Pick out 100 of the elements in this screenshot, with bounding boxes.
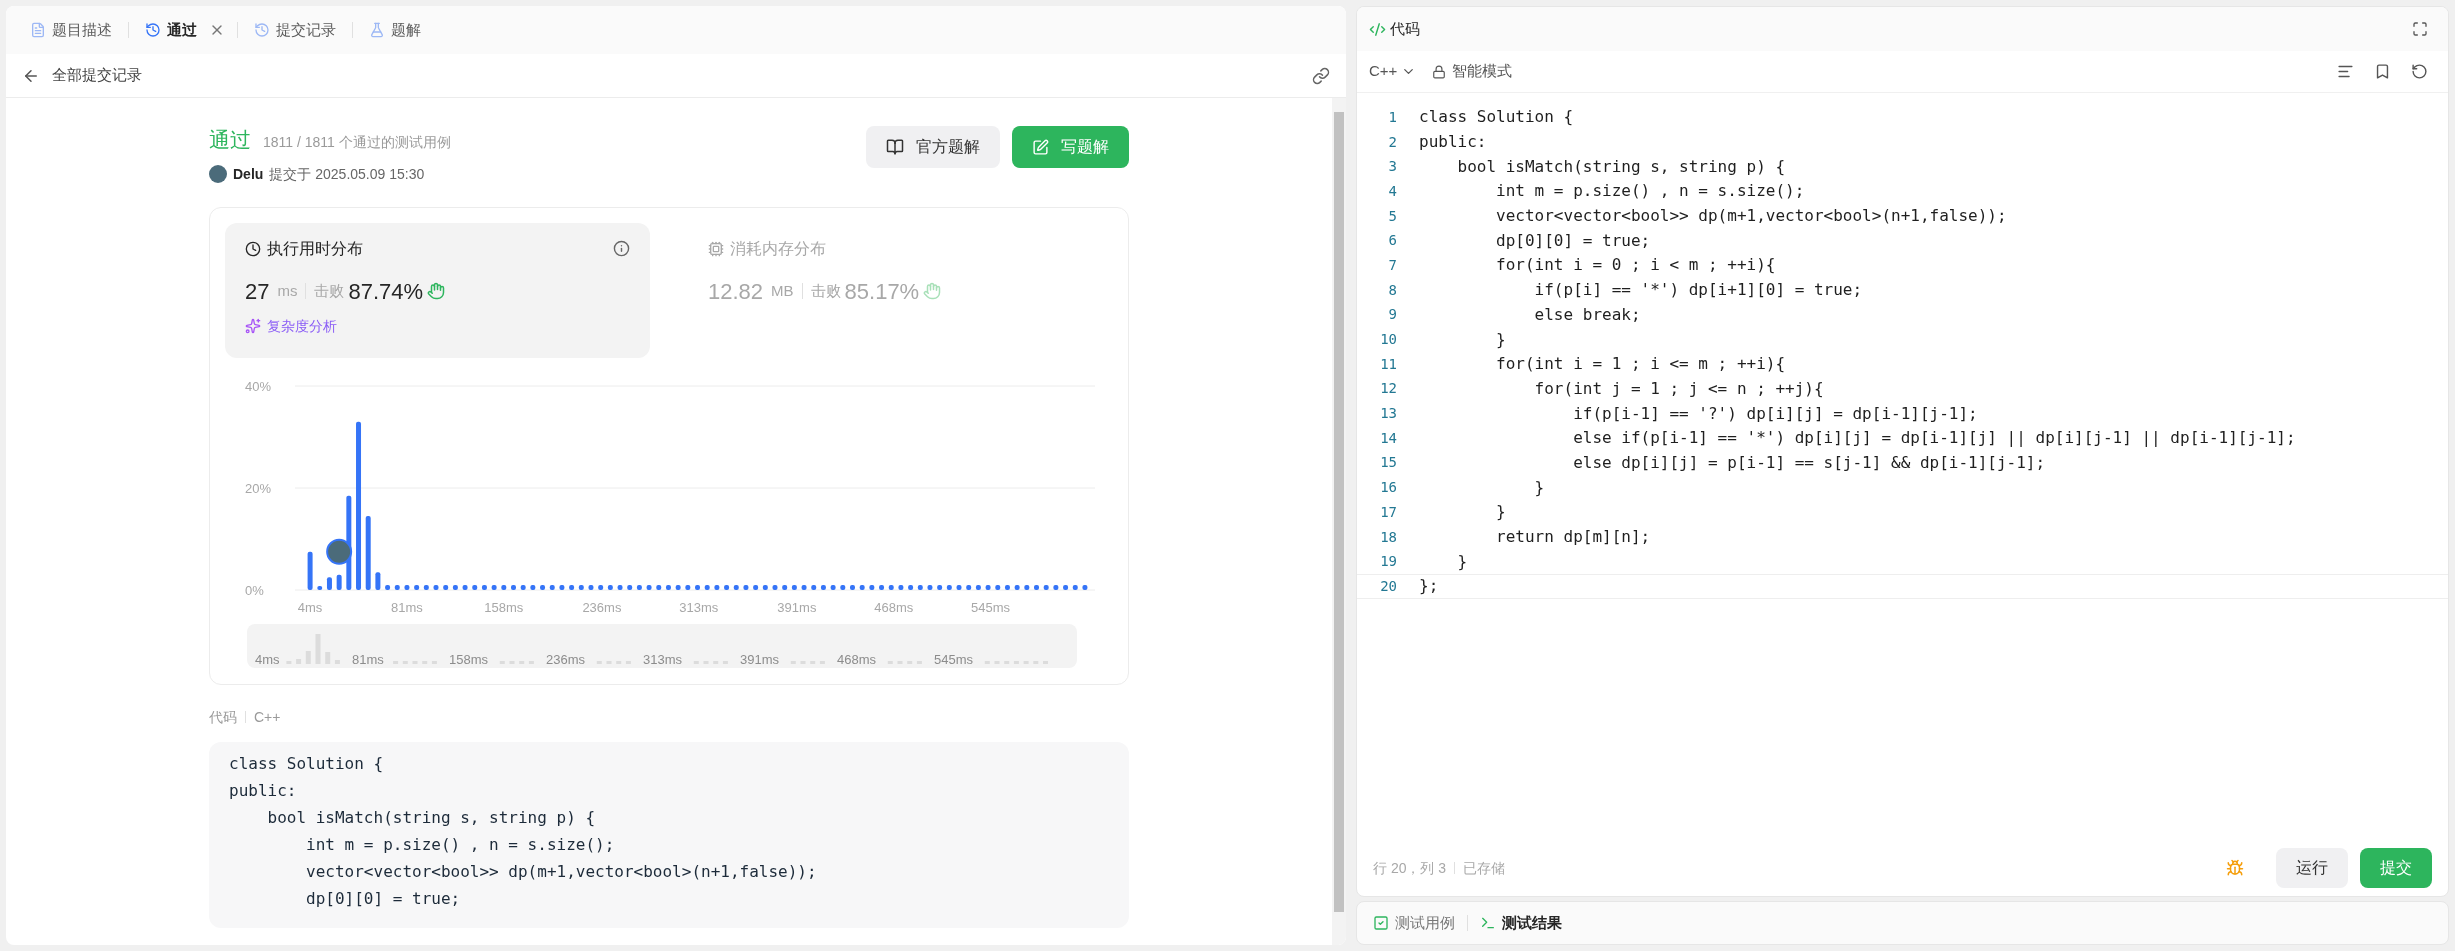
line-number: 18 xyxy=(1379,527,1397,547)
histogram-bar xyxy=(888,584,894,590)
code-line: class Solution { xyxy=(1419,106,1574,129)
histogram-bar xyxy=(840,584,846,590)
histogram-bar xyxy=(336,574,342,590)
overview-label: 236ms xyxy=(546,651,586,667)
panel-tab[interactable]: 通过 xyxy=(141,18,201,42)
histogram-bar xyxy=(850,584,855,590)
histogram-bar xyxy=(985,584,991,590)
panel-tab[interactable]: 题解 xyxy=(365,18,425,42)
code-line: dp[0][0] = true; xyxy=(305,887,462,910)
histogram-bar xyxy=(724,584,730,590)
x-axis-label: 158ms xyxy=(484,599,524,615)
code-line: } xyxy=(1495,328,1506,351)
histogram-bar xyxy=(927,584,933,590)
histogram-bar xyxy=(423,584,429,590)
histogram-bar xyxy=(530,584,536,590)
histogram-bar xyxy=(966,584,972,590)
histogram-bar xyxy=(627,584,633,590)
terminal-icon xyxy=(1480,915,1496,931)
code-line: int m = p.size() , n = s.size(); xyxy=(305,833,616,856)
scrollbar[interactable] xyxy=(1332,98,1346,945)
histogram-bar xyxy=(433,584,439,590)
x-axis-label: 313ms xyxy=(679,599,719,615)
histogram-bar xyxy=(675,584,681,590)
line-number: 13 xyxy=(1379,404,1397,424)
histogram-bar xyxy=(540,584,546,590)
histogram-bar xyxy=(588,584,594,590)
info-icon[interactable] xyxy=(613,240,630,257)
tab-icon xyxy=(369,22,385,38)
histogram-bar xyxy=(559,584,565,590)
x-axis-label: 81ms xyxy=(391,599,423,615)
code-label: 代码 xyxy=(209,707,237,727)
histogram-bar xyxy=(714,584,720,590)
histogram-bar xyxy=(443,584,449,590)
histogram-bar xyxy=(307,551,313,590)
code-icon xyxy=(1369,20,1386,38)
histogram-bar xyxy=(1034,584,1039,590)
histogram-bar xyxy=(385,584,391,590)
overview-label: 313ms xyxy=(643,651,683,667)
result-status: 通过 xyxy=(209,127,251,153)
histogram-bar xyxy=(404,584,410,590)
fullscreen-icon[interactable] xyxy=(2412,21,2428,37)
histogram-bar xyxy=(607,584,613,590)
histogram-bar xyxy=(462,584,468,590)
x-axis-label: 4ms xyxy=(297,599,323,615)
line-number: 19 xyxy=(1379,552,1397,572)
test-tab[interactable]: 测试用例 xyxy=(1373,911,1455,935)
bookmark-icon[interactable] xyxy=(2374,63,2391,80)
complexity-analysis-link[interactable]: 复杂度分析 xyxy=(267,315,337,337)
line-number: 15 xyxy=(1379,453,1397,473)
format-icon[interactable] xyxy=(2337,63,2354,80)
official-solution-button[interactable]: 官方题解 xyxy=(866,126,1000,168)
y-axis-label: 0% xyxy=(245,582,264,598)
x-axis-label: 468ms xyxy=(874,599,914,615)
stat-title: 消耗内存分布 xyxy=(730,238,826,259)
histogram-bar xyxy=(917,584,923,590)
code-line: class Solution { xyxy=(229,752,385,775)
histogram-bar xyxy=(578,584,584,590)
code-line: for(int i = 0 ; i < m ; ++i){ xyxy=(1495,254,1776,277)
line-number: 2 xyxy=(1387,132,1397,152)
panel-tab[interactable]: 题目描述 xyxy=(26,18,116,42)
language-select[interactable]: C++ xyxy=(1369,60,1417,83)
histogram-bar xyxy=(685,584,691,590)
histogram-bar xyxy=(975,584,981,590)
histogram-bar xyxy=(665,584,671,590)
code-line: } xyxy=(1456,550,1468,573)
x-axis-label: 391ms xyxy=(777,599,817,615)
beats-label: 击败 xyxy=(314,280,345,301)
submission-time: 提交于 2025.05.09 15:30 xyxy=(269,164,425,184)
histogram-bar xyxy=(946,584,952,590)
run-button[interactable]: 运行 xyxy=(2276,848,2348,888)
code-line: for(int i = 1 ; i <= m ; ++i){ xyxy=(1495,353,1786,376)
hand-icon xyxy=(427,282,446,300)
histogram-bar xyxy=(472,584,478,590)
code-line: int m = p.size() , n = s.size(); xyxy=(1495,180,1805,203)
line-number: 11 xyxy=(1379,354,1397,374)
histogram-bar xyxy=(772,584,778,590)
stat-tab[interactable]: 执行用时分布 27 ms 击败 87.74% 复杂度分析 xyxy=(225,222,650,358)
panel-tab[interactable]: 提交记录 xyxy=(250,18,340,42)
histogram-bar xyxy=(1082,584,1088,590)
code-line: else if(p[i-1] == '*') dp[i][j] = dp[i-1][j] || dp[i][j-1] || dp[i-1][j-1]; xyxy=(1572,427,2296,450)
link-icon[interactable] xyxy=(1312,66,1330,85)
line-number: 20 xyxy=(1379,576,1397,596)
checkbox-icon xyxy=(1373,915,1389,931)
histogram-bar xyxy=(879,584,885,590)
hand-icon xyxy=(923,282,942,300)
histogram-bar xyxy=(1043,584,1049,590)
histogram-bar xyxy=(695,584,700,590)
user-name[interactable]: Delu xyxy=(233,163,264,185)
reset-icon[interactable] xyxy=(2411,63,2428,80)
stat-value: 27 xyxy=(245,277,270,306)
back-link[interactable]: 全部提交记录 xyxy=(52,64,142,87)
histogram-bar xyxy=(646,584,652,590)
panel-title: 代码 xyxy=(1390,18,1420,39)
code-line: }; xyxy=(1419,575,1439,598)
stat-unit: MB xyxy=(771,280,794,301)
code-line: if(p[i-1] == '?') dp[i][j] = dp[i-1][j-1]; xyxy=(1572,402,1978,425)
chip-icon xyxy=(708,240,724,257)
test-tab[interactable]: 测试结果 xyxy=(1480,911,1562,935)
